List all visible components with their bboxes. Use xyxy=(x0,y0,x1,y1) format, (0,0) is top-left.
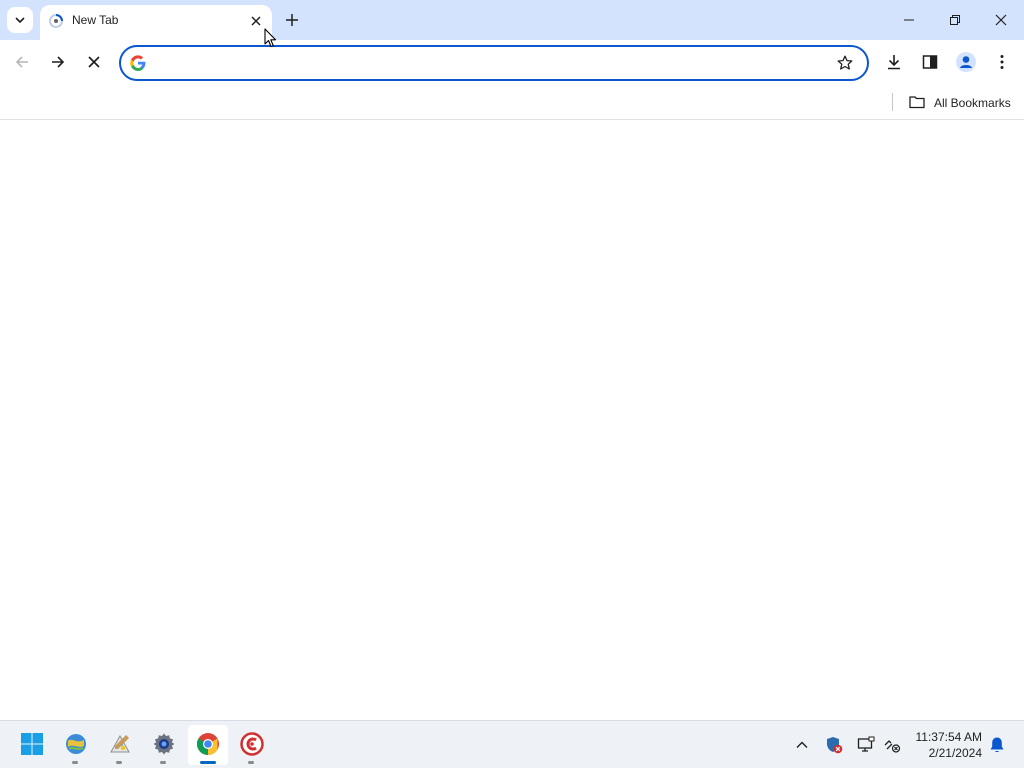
chrome-icon xyxy=(196,732,220,756)
downloads-button[interactable] xyxy=(880,48,908,76)
minimize-icon xyxy=(904,15,914,25)
side-panel-icon xyxy=(922,54,938,70)
bookmarks-bar: All Bookmarks xyxy=(0,84,1024,120)
tab-search-button[interactable] xyxy=(7,7,33,33)
chevron-up-icon xyxy=(796,739,808,751)
close-icon xyxy=(88,56,100,68)
stop-loading-button[interactable] xyxy=(80,48,108,76)
running-indicator xyxy=(116,761,122,764)
close-window-button[interactable] xyxy=(978,0,1024,40)
arrow-left-icon xyxy=(15,55,29,69)
windows-start-icon xyxy=(20,732,44,756)
network-tray-button[interactable] xyxy=(880,733,904,757)
tab-title: New Tab xyxy=(72,13,119,27)
notifications-button[interactable] xyxy=(986,733,1008,757)
active-indicator xyxy=(200,761,216,764)
close-icon xyxy=(995,14,1007,26)
title-bar: New Tab xyxy=(0,0,1024,40)
clock-time: 11:37:54 AM xyxy=(915,730,983,744)
restore-button[interactable] xyxy=(932,0,978,40)
system-clock[interactable]: 11:37:54 AM 2/21/2024 xyxy=(906,729,983,761)
monitor-icon xyxy=(857,736,875,754)
bell-icon xyxy=(989,736,1005,754)
paint-app-icon xyxy=(108,732,132,756)
taskbar-app-1[interactable] xyxy=(56,725,96,765)
back-button[interactable] xyxy=(8,48,36,76)
address-bar[interactable] xyxy=(119,45,869,81)
bookmarks-separator xyxy=(892,93,893,111)
all-bookmarks-button[interactable]: All Bookmarks xyxy=(903,88,1017,116)
taskbar-settings[interactable] xyxy=(144,725,184,765)
all-bookmarks-label: All Bookmarks xyxy=(934,96,1011,110)
gear-icon xyxy=(152,732,176,756)
restore-icon xyxy=(950,15,960,25)
globe-app-icon xyxy=(64,732,88,756)
display-tray-button[interactable] xyxy=(854,733,878,757)
taskbar-chrome[interactable] xyxy=(188,725,228,765)
network-disconnected-icon xyxy=(883,736,901,754)
download-icon xyxy=(886,54,902,70)
running-indicator xyxy=(248,761,254,764)
red-swirl-app-icon xyxy=(240,732,264,756)
taskbar: 11:37:54 AM 2/21/2024 xyxy=(0,720,1024,768)
start-button[interactable] xyxy=(12,725,52,765)
show-hidden-icons-button[interactable] xyxy=(790,733,814,757)
forward-button[interactable] xyxy=(44,48,72,76)
address-input[interactable] xyxy=(153,53,813,73)
profile-button[interactable] xyxy=(952,48,980,76)
more-menu-button[interactable] xyxy=(988,48,1016,76)
star-icon xyxy=(837,55,853,71)
clock-date: 2/21/2024 xyxy=(928,746,982,760)
kebab-menu-icon xyxy=(1000,54,1004,70)
loading-spinner-icon xyxy=(48,13,64,29)
arrow-right-icon xyxy=(51,55,65,69)
folder-icon xyxy=(909,94,925,110)
browser-toolbar xyxy=(0,40,1024,84)
side-panel-button[interactable] xyxy=(916,48,944,76)
chevron-down-icon xyxy=(14,14,26,26)
new-tab-button[interactable] xyxy=(280,8,304,32)
minimize-button[interactable] xyxy=(886,0,932,40)
plus-icon xyxy=(286,14,298,26)
tab-close-button[interactable] xyxy=(246,11,266,31)
shield-warning-icon xyxy=(825,736,843,754)
running-indicator xyxy=(72,761,78,764)
taskbar-app-2[interactable] xyxy=(100,725,140,765)
close-icon xyxy=(251,16,261,26)
avatar-icon xyxy=(956,52,976,72)
running-indicator xyxy=(160,761,166,764)
google-g-icon xyxy=(130,55,146,71)
taskbar-app-5[interactable] xyxy=(232,725,272,765)
security-tray-button[interactable] xyxy=(822,733,846,757)
tab-new-tab[interactable]: New Tab xyxy=(40,5,272,40)
bookmark-star-button[interactable] xyxy=(833,51,857,75)
page-content xyxy=(0,121,1024,720)
